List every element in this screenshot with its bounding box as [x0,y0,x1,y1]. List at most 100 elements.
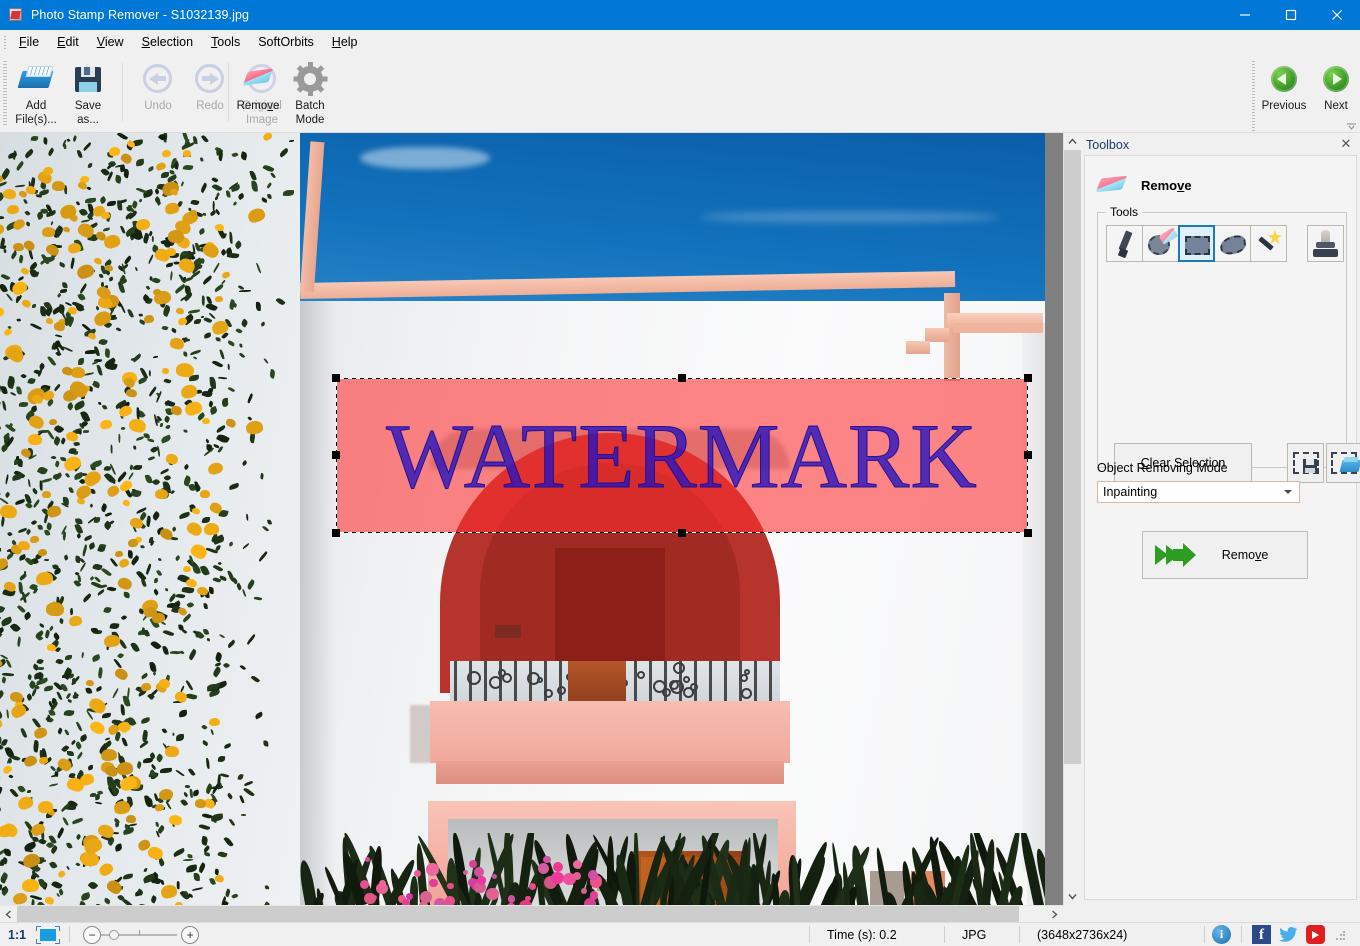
green-right-arrow-icon [1319,62,1353,96]
facebook-icon[interactable]: f [1252,925,1271,944]
menu-item-selection[interactable]: Selection [133,32,202,52]
youtube-icon[interactable] [1306,925,1325,944]
selection-handle-s[interactable] [678,529,686,537]
vertical-scroll-track[interactable] [1064,150,1081,888]
photo-balcony-underside [436,761,784,784]
add-files-button[interactable]: Add File(s)... [10,57,62,129]
magic-wand-tool-button[interactable] [1250,225,1287,262]
horizontal-scroll-thumb[interactable] [17,906,1019,923]
photo-foreground-plants [300,833,1045,905]
scroll-down-button[interactable] [1064,888,1081,905]
remove-toolbar-label: Remove [236,100,280,112]
menu-item-file[interactable]: File [10,32,48,52]
fit-to-screen-icon[interactable] [34,925,62,944]
toolbar-grip[interactable] [3,61,7,127]
floppy-disk-icon [71,62,105,96]
menu-item-view[interactable]: View [88,32,133,52]
remove-action-label: Remove [1221,548,1269,562]
toolbar: Add File(s)... Save as... Undo Redo Orig… [0,55,1360,133]
selection-handle-nw[interactable] [332,374,340,382]
toolbox-body: Remove Tools Clear Selection Object Remo… [1084,155,1360,900]
marker-tool-button[interactable] [1106,225,1143,262]
chevron-down-icon [1284,490,1292,494]
window-controls [1222,0,1360,30]
undo-button[interactable]: Undo [132,57,184,129]
close-button[interactable] [1314,0,1360,30]
add-files-label-2: File(s)... [15,114,57,126]
selection-handle-se[interactable] [1024,529,1032,537]
eraser-icon [1095,173,1128,197]
chevron-right-icon [1052,910,1058,919]
object-removing-mode-select[interactable]: Inpainting [1097,481,1300,503]
load-selection-button[interactable] [1326,443,1360,483]
redo-label: Redo [196,100,224,112]
info-icon[interactable]: i [1212,925,1231,944]
scroll-left-button[interactable] [0,906,17,923]
batch-mode-label-2: Mode [295,114,325,126]
add-files-label-1: Add [25,100,47,112]
application-window: Photo Stamp Remover - S1032139.jpg File … [0,0,1360,946]
remove-section-header: Remove [1095,168,1347,202]
eraser-selection-tool-button[interactable] [1142,225,1179,262]
canvas-horizontal-scrollbar[interactable] [0,905,1063,923]
image-canvas[interactable]: WATERMARK [0,133,1063,905]
canvas-vertical-scrollbar[interactable] [1063,133,1081,905]
undo-label: Undo [144,100,172,112]
selection-handle-e[interactable] [1024,451,1032,459]
social-links: i f [1212,925,1360,944]
twitter-icon[interactable] [1279,925,1298,944]
next-label: Next [1324,100,1348,112]
maximize-button[interactable] [1268,0,1314,30]
menu-item-help[interactable]: Help [323,32,367,52]
photo-parapet-step [906,341,930,354]
processing-time-label: Time (s): 0.2 [827,927,897,942]
menu-item-softorbits[interactable]: SoftOrbits [249,32,323,52]
toolbox-panel: Toolbox ✕ Remove Tools Clear Selection O… [1081,133,1360,905]
menu-item-edit[interactable]: Edit [48,32,88,52]
scroll-up-button[interactable] [1064,133,1081,150]
zoom-slider-handle[interactable] [109,929,120,940]
selection-handle-sw[interactable] [332,529,340,537]
tools-group-label: Tools [1106,205,1143,219]
selection-handle-ne[interactable] [1024,374,1032,382]
green-left-arrow-icon [1267,62,1301,96]
chevron-down-icon [1068,894,1077,900]
tools-group: Tools Clear Selection [1097,205,1360,483]
next-button[interactable]: Next [1310,57,1360,129]
selection-marquee [336,378,1028,533]
gear-icon [293,62,328,96]
ribbon-expand-icon[interactable] [1347,120,1356,130]
save-selection-button[interactable] [1287,443,1324,483]
clone-stamp-tool-button[interactable] [1307,225,1344,262]
batch-mode-label-1: Batch [295,100,325,112]
previous-button[interactable]: Previous [1258,57,1310,129]
save-as-label-1: Save [74,100,102,112]
zoom-slider[interactable]: − + [79,925,200,945]
selection-handle-w[interactable] [332,451,340,459]
save-as-label-2: as... [77,114,99,126]
menu-bar: File Edit View Selection Tools SoftOrbit… [0,30,1360,55]
photo-flowering-tree [0,133,320,905]
redo-arrow-icon [193,62,227,96]
rectangle-selection-tool-button[interactable] [1178,225,1215,262]
minimize-button[interactable] [1222,0,1268,30]
scroll-right-button[interactable] [1046,906,1063,923]
save-as-button[interactable]: Save as... [62,57,114,129]
resize-grip[interactable] [1333,929,1345,941]
app-logo-icon [8,7,24,23]
zoom-slider-tick [139,929,141,935]
remove-action-button[interactable]: Remove [1142,531,1308,579]
menu-item-tools[interactable]: Tools [202,32,249,52]
image-dimensions-label: (3648x2736x24) [1037,927,1128,942]
cloud [360,147,490,169]
toolbox-close-icon[interactable]: ✕ [1338,136,1354,152]
lasso-selection-tool-button[interactable] [1214,225,1251,262]
previous-label: Previous [1261,100,1307,112]
vertical-scroll-thumb[interactable] [1064,150,1081,764]
batch-mode-button[interactable]: Batch Mode [284,57,336,129]
zoom-out-button[interactable]: − [83,925,102,944]
remove-toolbar-button[interactable]: Remove [232,57,284,129]
zoom-in-button[interactable]: + [181,925,200,944]
selection-handle-n[interactable] [678,374,686,382]
undo-arrow-icon [141,62,175,96]
